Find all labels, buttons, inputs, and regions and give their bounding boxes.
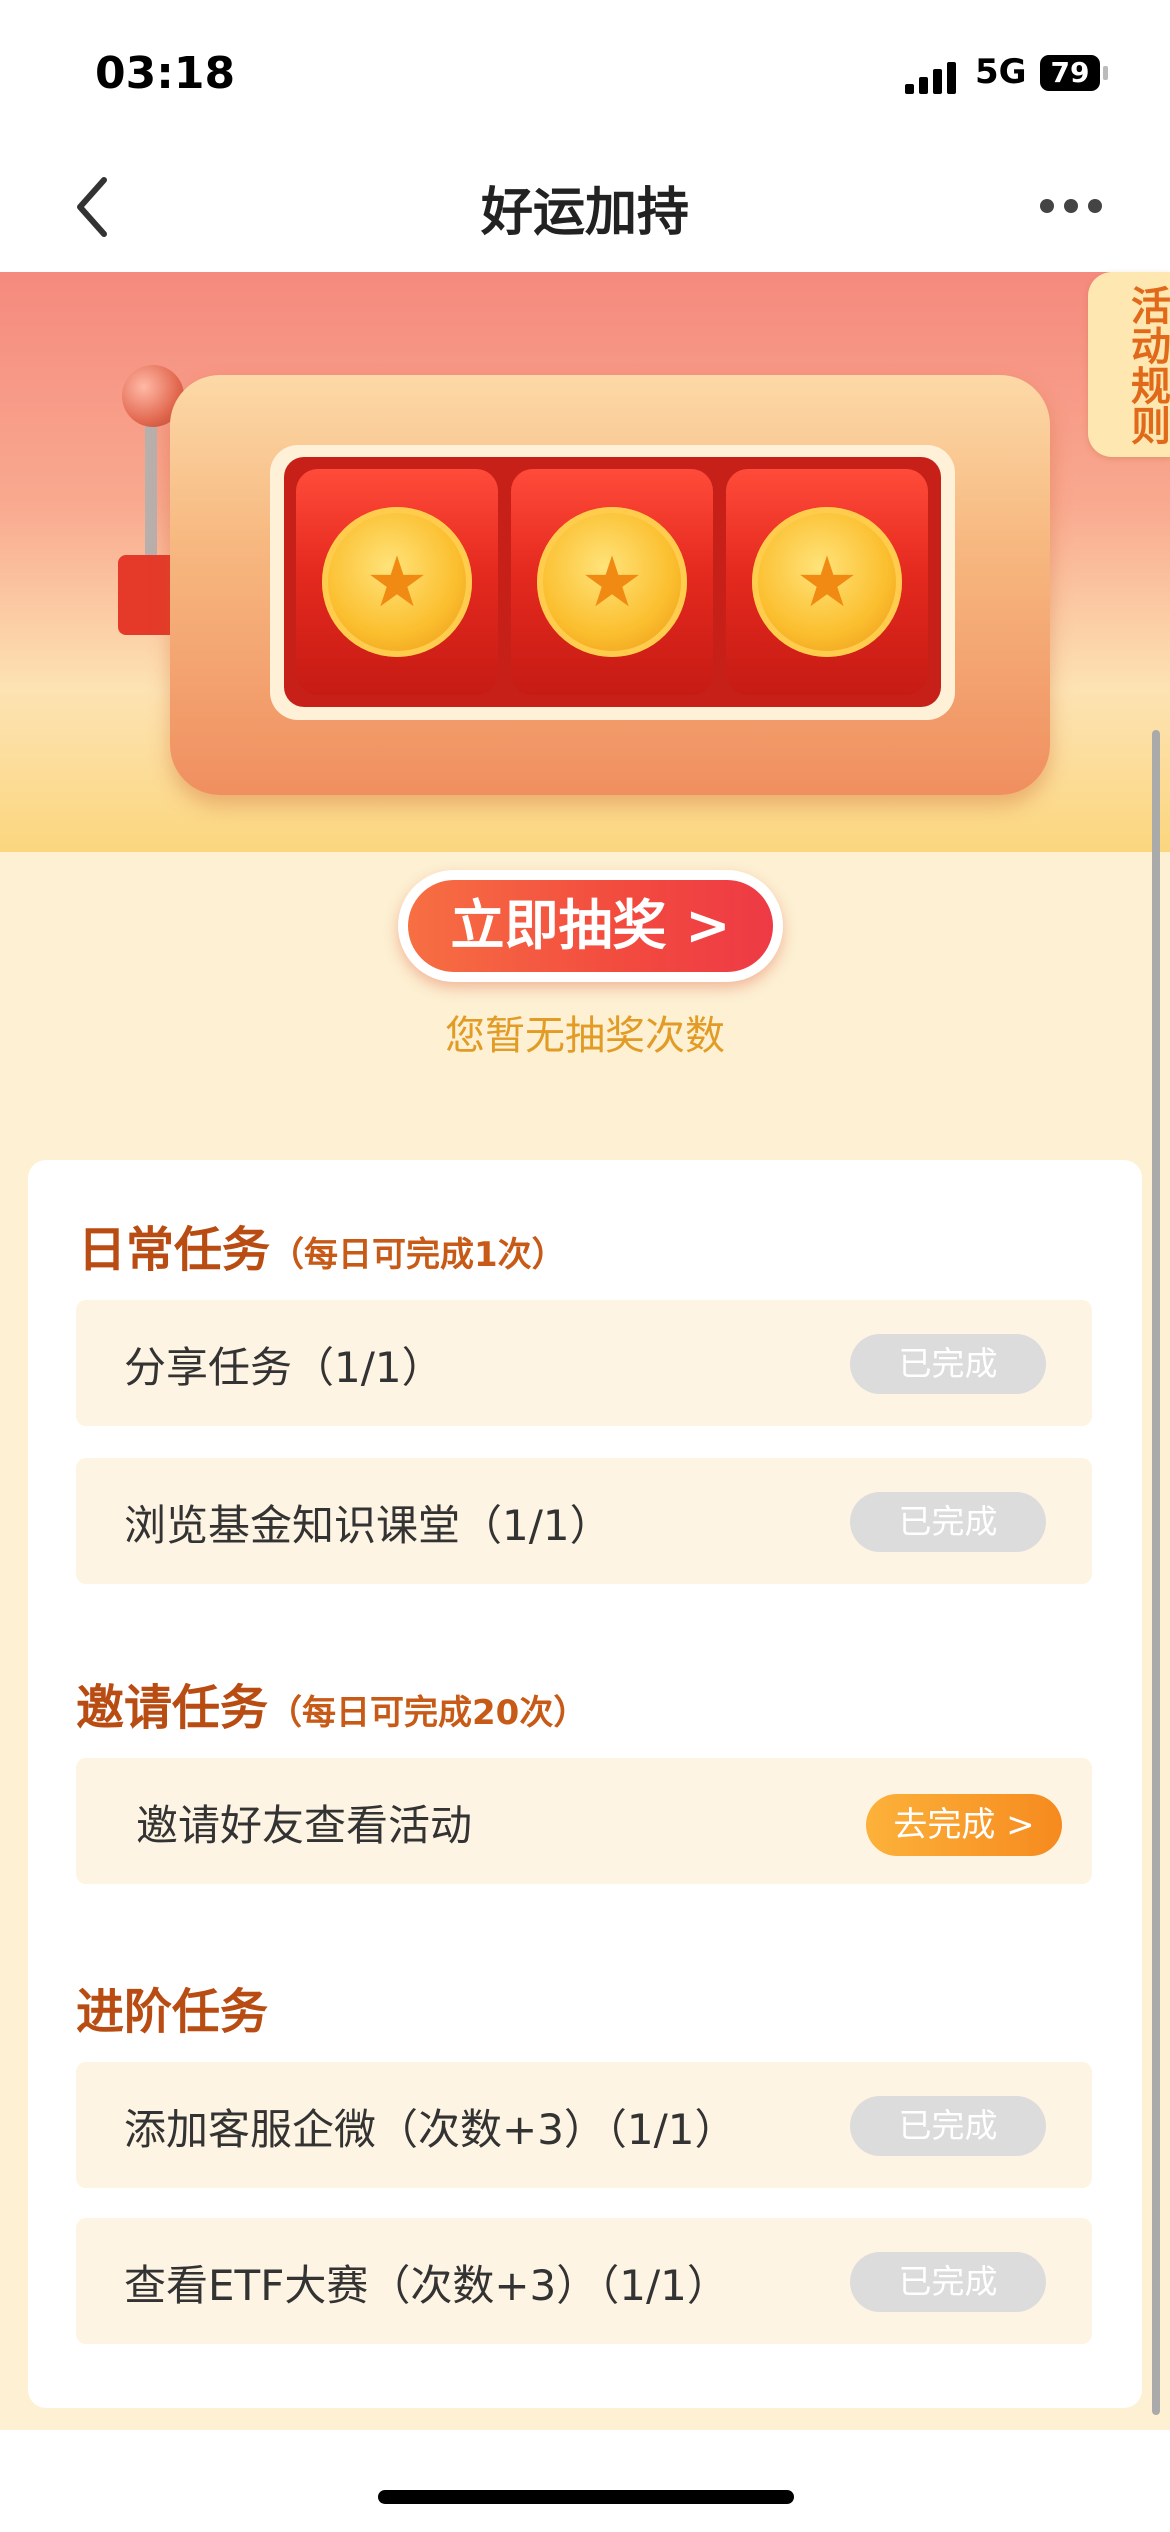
task-row: 邀请好友查看活动 去完成 > xyxy=(76,1758,1092,1884)
section-title: 邀请任务 xyxy=(76,1680,269,1736)
task-row: 添加客服企微（次数+3）（1/1） 已完成 xyxy=(76,2062,1092,2188)
activity-rules-tab[interactable]: 活动规则 xyxy=(1088,272,1170,457)
battery-icon: 79 xyxy=(1040,55,1100,91)
reel: ★ xyxy=(511,469,713,695)
reel-window: ★ ★ ★ xyxy=(284,457,941,707)
page-title: 好运加持 xyxy=(480,183,689,243)
signal-icon xyxy=(905,60,961,100)
reel: ★ xyxy=(726,469,928,695)
go-complete-button[interactable]: 去完成 > xyxy=(866,1794,1062,1856)
star-coin-icon: ★ xyxy=(322,507,472,657)
status-time: 03:18 xyxy=(95,48,236,99)
more-dots-icon[interactable] xyxy=(1040,198,1120,228)
slot-machine-frame: ★ ★ ★ xyxy=(270,445,955,720)
advanced-tasks-header: 进阶任务 xyxy=(76,1972,268,2042)
star-coin-icon: ★ xyxy=(537,507,687,657)
network-label: 5G xyxy=(975,52,1027,92)
completed-badge: 已完成 xyxy=(850,2096,1046,2156)
invite-tasks-header: 邀请任务（每日可完成20次） xyxy=(76,1668,587,1738)
task-label: 分享任务（1/1） xyxy=(124,1343,444,1392)
home-indicator[interactable] xyxy=(378,2490,794,2504)
task-row: 浏览基金知识课堂（1/1） 已完成 xyxy=(76,1458,1092,1584)
completed-badge: 已完成 xyxy=(850,1334,1046,1394)
task-label: 查看ETF大赛（次数+3）（1/1） xyxy=(124,2261,729,2310)
slot-machine: ★ ★ ★ xyxy=(170,375,1050,795)
daily-tasks-header: 日常任务（每日可完成1次） xyxy=(78,1210,566,1280)
section-subtitle: （每日可完成20次） xyxy=(268,1693,588,1733)
bottom-safe-area xyxy=(0,2430,1170,2532)
nav-bar: 好运加持 xyxy=(0,150,1170,272)
reel: ★ xyxy=(296,469,498,695)
draw-now-button[interactable]: 立即抽奖 > xyxy=(398,870,783,982)
section-title: 进阶任务 xyxy=(76,1984,269,2040)
task-label: 邀请好友查看活动 xyxy=(136,1801,473,1850)
draw-now-label: 立即抽奖 > xyxy=(408,880,773,972)
task-row: 查看ETF大赛（次数+3）（1/1） 已完成 xyxy=(76,2218,1092,2344)
task-label: 添加客服企微（次数+3）（1/1） xyxy=(124,2105,737,2154)
completed-badge: 已完成 xyxy=(850,2252,1046,2312)
task-label: 浏览基金知识课堂（1/1） xyxy=(124,1501,612,1550)
task-card: 日常任务（每日可完成1次） 分享任务（1/1） 已完成 浏览基金知识课堂（1/1… xyxy=(28,1160,1142,2408)
section-title: 日常任务 xyxy=(78,1222,271,1278)
scrollbar[interactable] xyxy=(1152,730,1160,2415)
no-chances-text: 您暂无抽奖次数 xyxy=(445,1013,725,1059)
star-coin-icon: ★ xyxy=(752,507,902,657)
section-subtitle: （每日可完成1次） xyxy=(270,1235,566,1275)
task-row: 分享任务（1/1） 已完成 xyxy=(76,1300,1092,1426)
battery-tip xyxy=(1103,66,1108,80)
completed-badge: 已完成 xyxy=(850,1492,1046,1552)
status-bar: 03:18 5G 79 xyxy=(0,0,1170,150)
